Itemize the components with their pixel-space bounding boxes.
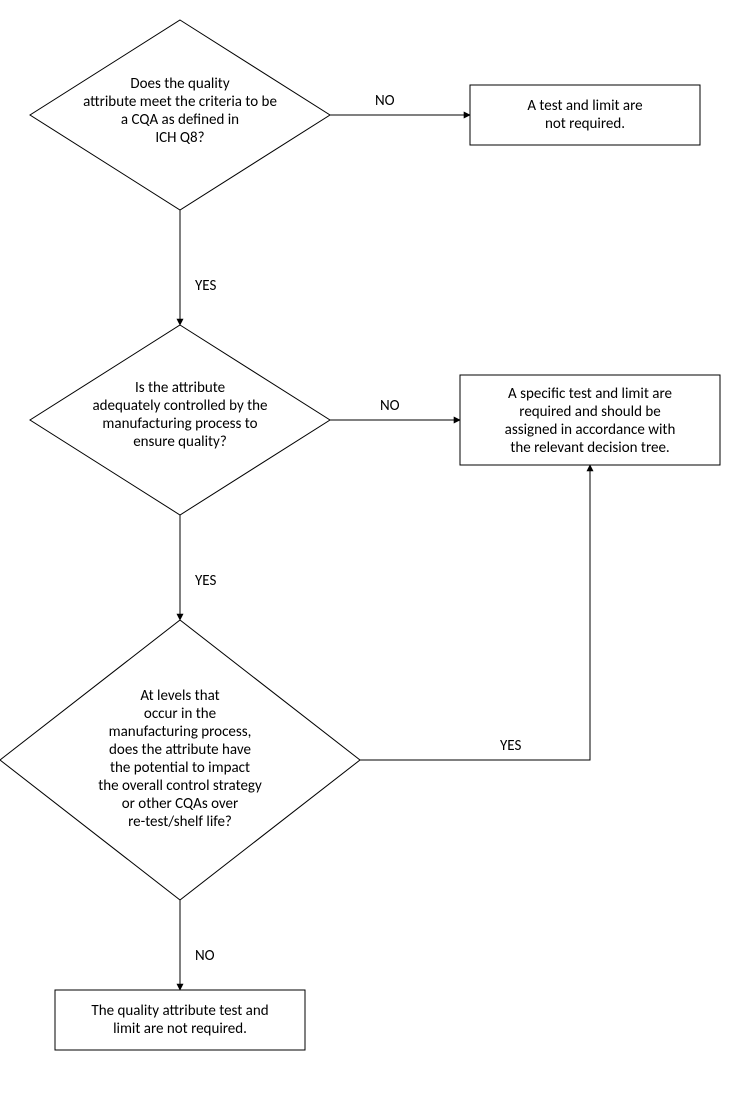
- svg-text:adequately controlled by the: adequately controlled by the: [92, 397, 267, 415]
- decision-impact-control-strategy: At levels that occur in the manufacturin…: [0, 620, 360, 900]
- svg-text:At levels that: At levels that: [140, 687, 219, 705]
- svg-text:re-test/shelf life?: re-test/shelf life?: [128, 813, 232, 831]
- decision-cqa-criteria: Does the quality attribute meet the crit…: [30, 20, 330, 210]
- svg-text:The quality attribute test and: The quality attribute test and: [91, 1002, 268, 1020]
- svg-text:not required.: not required.: [545, 115, 625, 133]
- edge-d1-yes-label: YES: [195, 277, 216, 295]
- svg-text:ICH Q8?: ICH Q8?: [155, 129, 204, 147]
- svg-text:the relevant decision tree.: the relevant decision tree.: [510, 439, 669, 457]
- svg-text:ensure quality?: ensure quality?: [133, 433, 227, 451]
- svg-text:attribute meet the criteria to: attribute meet the criteria to be: [83, 93, 277, 111]
- svg-text:occur in the: occur in the: [144, 705, 216, 723]
- edge-d2-no-label: NO: [380, 397, 400, 415]
- svg-text:required and should be: required and should be: [519, 403, 660, 421]
- result-specific-test-required: A specific test and limit are required a…: [460, 375, 720, 465]
- edge-d3-no-label: NO: [195, 947, 215, 965]
- svg-text:Does the quality: Does the quality: [130, 75, 229, 93]
- svg-text:or other CQAs over: or other CQAs over: [122, 795, 239, 813]
- svg-text:A specific test and limit are: A specific test and limit are: [508, 385, 672, 403]
- svg-text:assigned in accordance with: assigned in accordance with: [505, 421, 676, 439]
- edge-d1-no-label: NO: [375, 92, 395, 110]
- flowchart: Does the quality attribute meet the crit…: [0, 0, 750, 1094]
- svg-text:manufacturing process,: manufacturing process,: [109, 723, 252, 741]
- result-attribute-test-not-required: The quality attribute test and limit are…: [55, 990, 305, 1050]
- result-test-not-required: A test and limit are not required.: [470, 85, 700, 145]
- svg-text:limit are not required.: limit are not required.: [113, 1020, 247, 1038]
- edge-d3-yes-label: YES: [500, 737, 521, 755]
- svg-text:the overall control strategy: the overall control strategy: [98, 777, 262, 795]
- svg-text:Is the attribute: Is the attribute: [135, 379, 225, 397]
- svg-text:a CQA as defined in: a CQA as defined in: [121, 111, 239, 129]
- svg-text:does the attribute have: does the attribute have: [109, 741, 251, 759]
- edge-d2-yes-label: YES: [195, 572, 216, 590]
- svg-text:manufacturing process to: manufacturing process to: [102, 415, 257, 433]
- decision-adequately-controlled: Is the attribute adequately controlled b…: [30, 325, 330, 515]
- edge-d3-yes: [360, 465, 590, 760]
- svg-text:the potential to impact: the potential to impact: [110, 759, 250, 777]
- svg-text:A test and limit are: A test and limit are: [527, 97, 642, 115]
